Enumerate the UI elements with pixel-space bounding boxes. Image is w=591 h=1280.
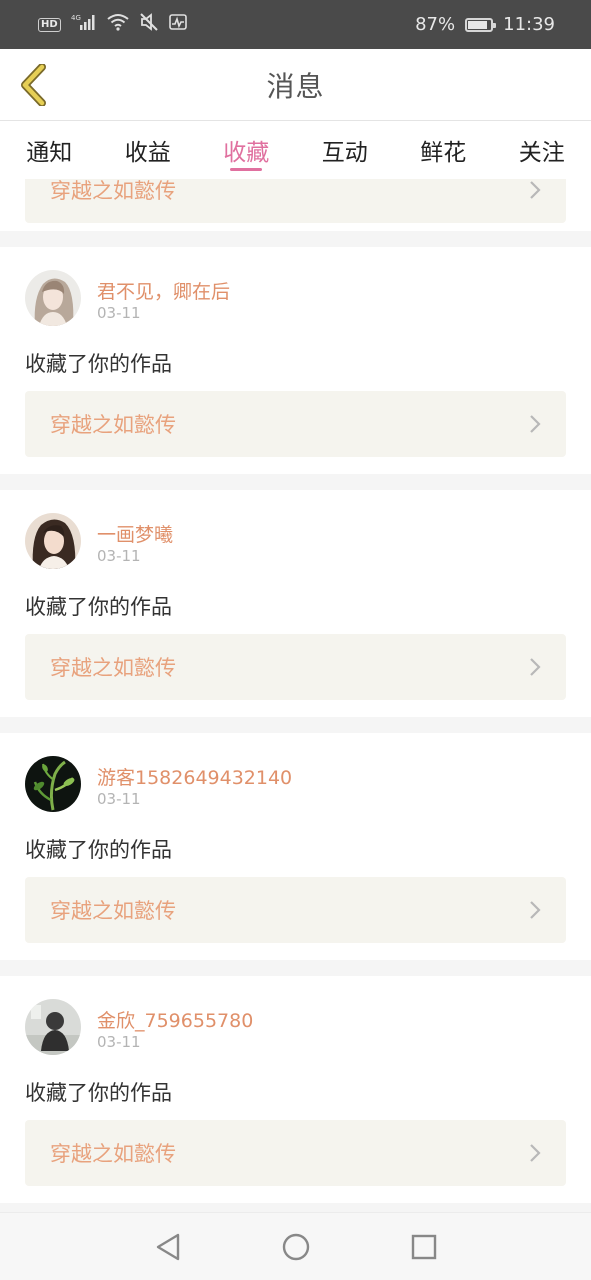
work-title: 穿越之如懿传: [50, 1142, 176, 1166]
nav-home-icon: [282, 1233, 309, 1260]
date: 03-11: [97, 790, 141, 808]
username[interactable]: 君不见，卿在后: [97, 277, 230, 304]
tab-flowers[interactable]: 鲜花: [394, 121, 493, 179]
date: 03-11: [97, 547, 141, 565]
divider: [0, 474, 591, 490]
battery-percent: 87%: [415, 14, 456, 35]
work-link[interactable]: 穿越之如懿传: [25, 1120, 566, 1186]
divider: [0, 1203, 591, 1212]
activity-icon: [168, 14, 187, 35]
chevron-left-icon: [21, 64, 46, 106]
hd-icon: HD: [38, 17, 61, 32]
chevron-right-icon: [528, 899, 542, 921]
header: 消息: [0, 49, 591, 121]
date: 03-11: [97, 1033, 141, 1051]
chevron-right-icon: [528, 413, 542, 435]
back-button[interactable]: [12, 63, 54, 107]
tab-interactions[interactable]: 互动: [296, 121, 395, 179]
date: 03-11: [97, 304, 141, 322]
action-text: 收藏了你的作品: [25, 1081, 172, 1105]
avatar[interactable]: [25, 270, 81, 326]
work-title: 穿越之如懿传: [50, 179, 176, 203]
tab-bar: 通知 收益 收藏 互动 鲜花 关注: [0, 121, 591, 179]
tab-favorites[interactable]: 收藏: [197, 121, 296, 179]
divider: [0, 231, 591, 247]
mute-icon: [139, 13, 159, 36]
work-link[interactable]: 穿越之如懿传: [25, 877, 566, 943]
username[interactable]: 金欣_759655780: [97, 1006, 253, 1033]
action-text: 收藏了你的作品: [25, 352, 172, 376]
system-nav-bar: [0, 1212, 591, 1280]
work-link[interactable]: 穿越之如懿传: [25, 634, 566, 700]
username[interactable]: 一画梦曦: [97, 520, 173, 547]
chevron-right-icon: [528, 179, 542, 201]
signal-icon: 4G: [71, 13, 97, 36]
work-link[interactable]: 穿越之如懿传: [25, 391, 566, 457]
work-title: 穿越之如懿传: [50, 899, 176, 923]
avatar[interactable]: [25, 756, 81, 812]
avatar[interactable]: [25, 513, 81, 569]
list-item: 游客1582649432140 03-11 收藏了你的作品 穿越之如懿传: [0, 733, 591, 960]
nav-back-button[interactable]: [148, 1227, 188, 1267]
battery-icon: [465, 17, 497, 32]
page-title: 消息: [266, 69, 325, 103]
clock: 11:39: [503, 14, 555, 35]
work-link[interactable]: 穿越之如懿传: [25, 179, 566, 223]
divider: [0, 717, 591, 733]
work-title: 穿越之如懿传: [50, 413, 176, 437]
action-text: 收藏了你的作品: [25, 838, 172, 862]
tab-following[interactable]: 关注: [493, 121, 591, 179]
nav-back-icon: [156, 1233, 179, 1260]
work-title: 穿越之如懿传: [50, 656, 176, 680]
avatar[interactable]: [25, 999, 81, 1055]
chevron-right-icon: [528, 1142, 542, 1164]
list-item: 穿越之如懿传: [0, 179, 591, 231]
action-text: 收藏了你的作品: [25, 595, 172, 619]
status-icons-right: 87% 11:39: [415, 14, 555, 35]
list-item: 一画梦曦 03-11 收藏了你的作品 穿越之如懿传: [0, 490, 591, 717]
status-icons-left: HD 4G: [38, 13, 187, 36]
status-bar: HD 4G 87% 11:39: [0, 0, 591, 49]
list-item: 君不见，卿在后 03-11 收藏了你的作品 穿越之如懿传: [0, 247, 591, 474]
nav-recent-icon: [411, 1234, 436, 1259]
divider: [0, 960, 591, 976]
chevron-right-icon: [528, 656, 542, 678]
nav-recent-button[interactable]: [404, 1227, 444, 1267]
tab-earnings[interactable]: 收益: [99, 121, 198, 179]
username[interactable]: 游客1582649432140: [97, 763, 292, 790]
network-type-label: 4G: [71, 14, 81, 22]
tab-notifications[interactable]: 通知: [0, 121, 99, 179]
list-item: 金欣_759655780 03-11 收藏了你的作品 穿越之如懿传: [0, 976, 591, 1203]
wifi-icon: [107, 13, 129, 36]
nav-home-button[interactable]: [276, 1227, 316, 1267]
message-list[interactable]: 穿越之如懿传 君不见，卿在后 03-11 收藏了你的作品 穿越之如懿传 一画梦曦…: [0, 179, 591, 1212]
